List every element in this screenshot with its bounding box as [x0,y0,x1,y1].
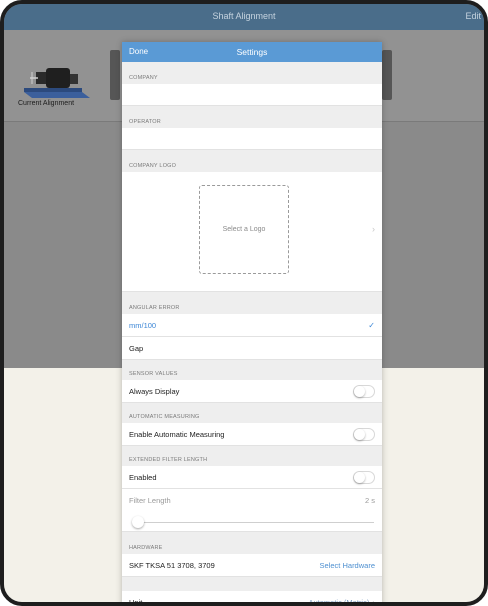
option-label: Gap [129,343,144,353]
select-logo-button[interactable]: Select a Logo [199,185,289,274]
hardware-header: HARDWARE [122,532,382,554]
settings-title: Settings [236,47,268,57]
select-hardware-button[interactable]: Select Hardware [320,561,375,570]
automatic-measuring-toggle[interactable] [353,427,375,441]
filter-length-value: 2 s [364,496,375,505]
operator-header: OPERATOR [122,106,382,128]
filter-enabled-label: Enabled [129,472,157,482]
slider-track [136,522,374,523]
always-display-row: Always Display [122,380,382,403]
option-label: mm/100 [129,320,157,330]
background-title: Shaft Alignment [212,11,276,21]
extended-filter-header: EXTENDED FILTER LENGTH [122,446,382,466]
always-display-toggle[interactable] [353,384,375,398]
always-display-label: Always Display [129,386,180,396]
shaft-alignment-icon[interactable] [20,58,92,102]
operator-field[interactable] [122,128,382,150]
company-logo-cell[interactable]: Select a Logo › [122,172,382,292]
filter-length-label: Filter Length [129,496,171,505]
automatic-measuring-header: AUTOMATIC MEASURING [122,403,382,423]
settings-nav-bar: Done Settings [122,42,382,62]
edit-button[interactable]: Edit [465,11,481,21]
background-nav-bar: Shaft Alignment Edit [4,4,484,30]
company-logo-header: COMPANY LOGO [122,150,382,172]
hardware-value: SKF TKSA 51 3708, 3709 [129,560,215,570]
unit-label: Unit [129,597,143,606]
toggle-knob [354,428,365,440]
filter-enabled-row: Enabled [122,466,382,489]
chevron-right-icon: › [372,224,375,234]
company-header: COMPANY [122,62,382,84]
settings-modal: Done Settings COMPANY OPERATOR COMPANY L… [122,42,382,606]
toolbar-side-handle-right [382,50,392,100]
unit-value: Automatic (Metric) [308,597,370,606]
angular-error-option-mm100[interactable]: mm/100 ✓ [122,314,382,337]
toolbar-side-handle-left [110,50,120,100]
angular-error-header: ANGULAR ERROR [122,292,382,314]
toggle-knob [354,471,365,483]
unit-spacer [122,577,382,591]
automatic-measuring-label: Enable Automatic Measuring [129,429,225,439]
device-frame: Shaft Alignment Edit Current Alignment D… [0,0,488,606]
chevron-right-icon: › [372,597,375,606]
current-alignment-label: Current Alignment [18,100,75,107]
toggle-knob [354,385,365,397]
slider-knob[interactable] [132,516,144,528]
sensor-values-header: SENSOR VALUES [122,360,382,380]
filter-enabled-toggle[interactable] [353,470,375,484]
automatic-measuring-row: Enable Automatic Measuring [122,423,382,446]
unit-row[interactable]: Unit Automatic (Metric) › [122,591,382,606]
angular-error-option-gap[interactable]: Gap [122,337,382,360]
filter-length-slider[interactable] [122,512,382,532]
company-field[interactable] [122,84,382,106]
checkmark-icon: ✓ [368,320,375,330]
hardware-row: SKF TKSA 51 3708, 3709 Select Hardware [122,554,382,577]
filter-length-row: Filter Length 2 s [122,489,382,512]
